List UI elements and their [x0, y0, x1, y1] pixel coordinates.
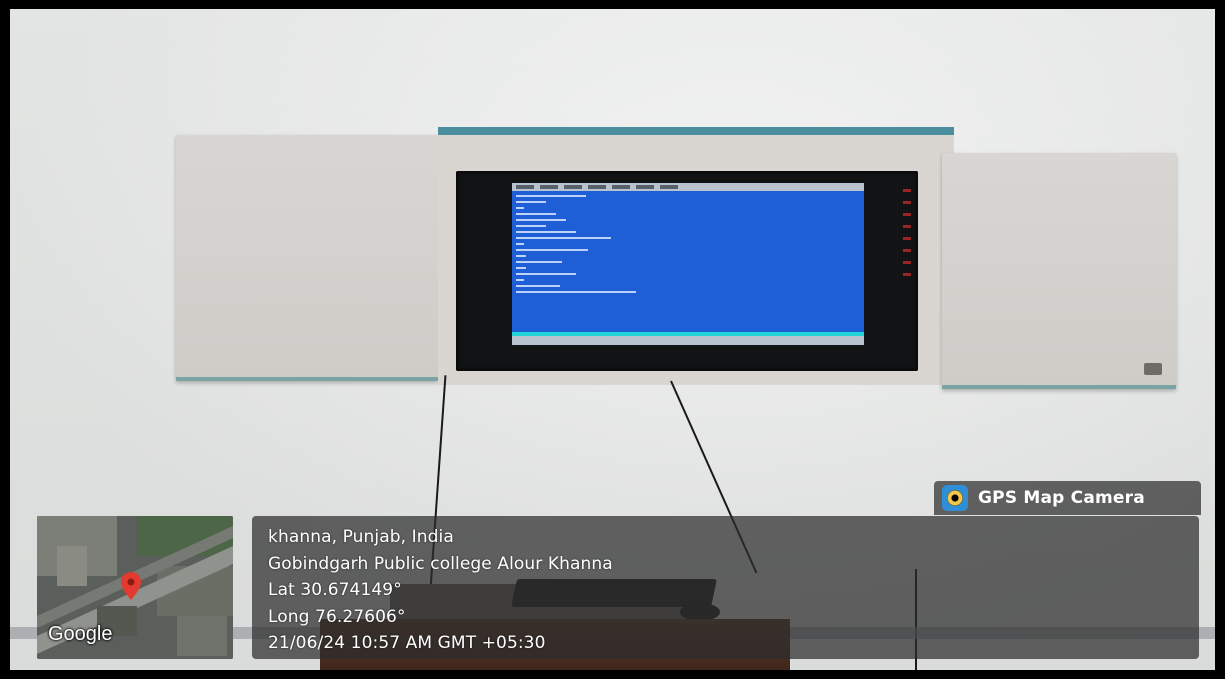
location-longitude: Long 76.27606°	[268, 606, 406, 627]
location-datetime: 21/06/24 10:57 AM GMT +05:30	[268, 633, 546, 653]
cabinet-door-left	[176, 135, 438, 381]
editor-menubar	[512, 183, 864, 191]
camera-lens-icon	[942, 485, 968, 511]
map-pin-icon	[121, 572, 141, 600]
location-latitude: Lat 30.674149°	[268, 580, 402, 600]
door-handle	[1144, 363, 1162, 375]
tv-side-panel	[902, 189, 912, 299]
cabinet-door-right	[942, 153, 1176, 389]
app-badge-label: GPS Map Camera	[978, 488, 1145, 508]
television	[456, 171, 918, 371]
editor-statusbar	[512, 336, 864, 345]
location-city: khanna, Punjab, India	[268, 527, 454, 547]
location-place: Gobindgarh Public college Alour Khanna	[268, 553, 613, 574]
tv-screen-editor	[512, 183, 864, 345]
app-badge: GPS Map Camera	[934, 481, 1201, 515]
location-overlay-text: khanna, Punjab, India Gobindgarh Public …	[268, 524, 613, 657]
map-attribution: Google	[48, 623, 113, 645]
